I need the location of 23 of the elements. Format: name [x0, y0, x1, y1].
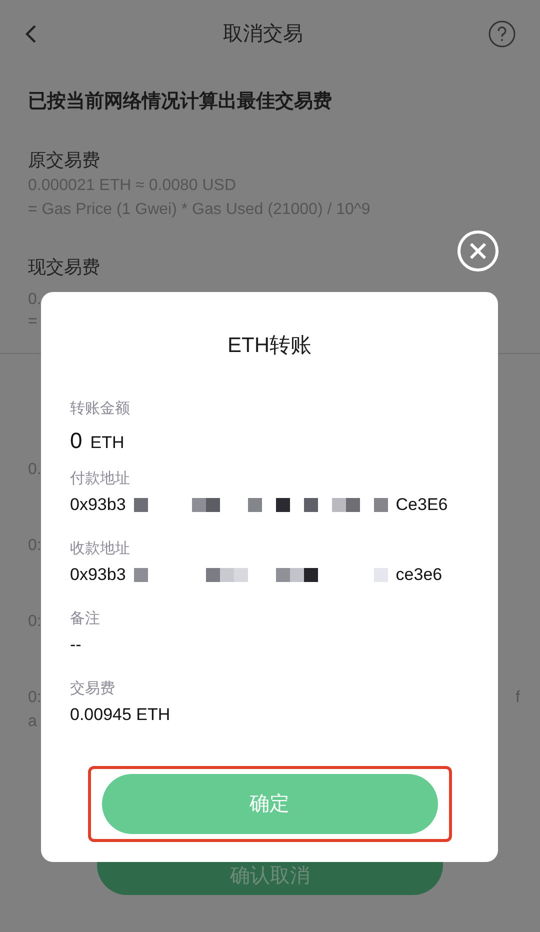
- field-label: 备注: [70, 608, 100, 628]
- field-value: --: [70, 634, 82, 656]
- address-start: 0x93b3: [70, 564, 126, 586]
- address-end: ce3e6: [396, 564, 442, 586]
- notice-text: 已按当前网络情况计算出最佳交易费: [28, 90, 332, 114]
- field-label: 付款地址: [70, 468, 130, 488]
- amount-value: 0: [70, 427, 82, 455]
- field-value: 0.00945 ETH: [70, 704, 170, 726]
- close-icon[interactable]: [457, 230, 499, 272]
- field-label: 交易费: [70, 678, 115, 698]
- fee-line: =: [28, 312, 38, 332]
- address-start: 0x93b3: [70, 494, 126, 516]
- confirm-button[interactable]: 确定: [102, 774, 438, 834]
- field-label: 转账金额: [70, 398, 130, 418]
- section-label: 原交易费: [28, 148, 100, 172]
- dialog-title: ETH转账: [228, 333, 312, 359]
- field-label: 收款地址: [70, 538, 130, 558]
- address-end: Ce3E6: [396, 494, 448, 516]
- page-title: 取消交易: [223, 22, 303, 47]
- back-icon[interactable]: [24, 24, 38, 44]
- section-label: 现交易费: [28, 256, 100, 278]
- amount-unit: ETH: [90, 432, 124, 454]
- help-icon[interactable]: [488, 20, 516, 48]
